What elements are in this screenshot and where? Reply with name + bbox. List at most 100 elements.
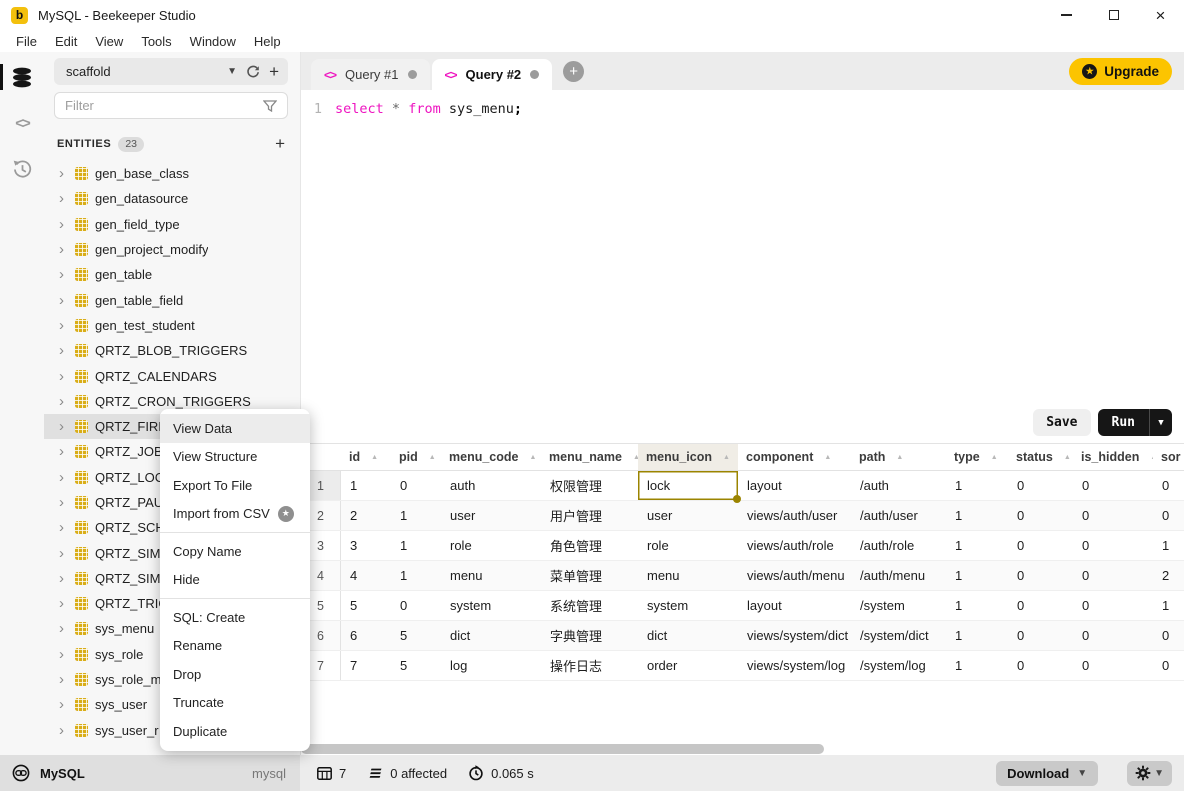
column-header-type[interactable]: type▲ <box>946 444 1008 470</box>
chevron-right-icon[interactable]: › <box>59 318 68 333</box>
table-cell[interactable]: 1 <box>946 561 1008 590</box>
save-button[interactable]: Save <box>1033 409 1090 436</box>
sidebar-entity[interactable]: ›gen_field_type <box>44 212 300 237</box>
table-cell[interactable]: 1 <box>946 651 1008 680</box>
table-cell[interactable]: 0 <box>1073 621 1153 650</box>
sort-icon[interactable]: ▲ <box>529 454 536 461</box>
table-cell[interactable]: /system/dict <box>851 621 946 650</box>
chevron-right-icon[interactable]: › <box>59 293 68 308</box>
table-cell[interactable]: 0 <box>1153 621 1184 650</box>
table-cell[interactable]: 1 <box>1153 591 1184 620</box>
sidebar-entity[interactable]: ›gen_table <box>44 262 300 287</box>
table-cell[interactable]: 1 <box>946 591 1008 620</box>
table-cell[interactable]: 2 <box>341 501 391 530</box>
context-menu-item[interactable]: View Structure <box>160 443 310 472</box>
table-cell[interactable]: 1 <box>341 471 391 500</box>
table-cell[interactable]: menu <box>441 561 541 590</box>
chevron-right-icon[interactable]: › <box>59 444 68 459</box>
table-cell[interactable]: 0 <box>1073 471 1153 500</box>
table-cell[interactable]: 0 <box>1008 471 1073 500</box>
table-cell[interactable]: 菜单管理 <box>541 561 638 590</box>
chevron-right-icon[interactable]: › <box>59 596 68 611</box>
column-header-component[interactable]: component▲ <box>738 444 851 470</box>
table-cell[interactable]: views/auth/menu <box>738 561 851 590</box>
table-cell[interactable]: 用户管理 <box>541 501 638 530</box>
sort-icon[interactable]: ▲ <box>824 454 831 461</box>
table-cell[interactable]: 3 <box>341 531 391 560</box>
table-cell[interactable]: 0 <box>1008 531 1073 560</box>
chevron-right-icon[interactable]: › <box>59 723 68 738</box>
table-cell[interactable]: 角色管理 <box>541 531 638 560</box>
table-cell[interactable]: 5 <box>391 651 441 680</box>
sidebar-tab-queries[interactable]: <> <box>0 106 44 140</box>
table-cell[interactable]: /auth <box>851 471 946 500</box>
table-cell[interactable]: 5 <box>391 621 441 650</box>
table-cell[interactable]: 0 <box>1073 501 1153 530</box>
table-cell[interactable]: views/system/log <box>738 651 851 680</box>
column-header-path[interactable]: path▲ <box>851 444 946 470</box>
table-cell[interactable]: 0 <box>1073 591 1153 620</box>
table-cell[interactable]: log <box>441 651 541 680</box>
table-cell[interactable]: 系统管理 <box>541 591 638 620</box>
context-menu-item[interactable]: Import from CSV★ <box>160 500 310 529</box>
table-cell[interactable]: 1 <box>946 531 1008 560</box>
scrollbar-thumb[interactable] <box>301 744 824 754</box>
results-settings-button[interactable]: ▼ <box>1127 761 1172 786</box>
table-cell[interactable]: 1 <box>946 501 1008 530</box>
context-menu-item[interactable]: View Data <box>160 414 310 443</box>
query-tab[interactable]: <>Query #2 <box>432 59 553 90</box>
horizontal-scrollbar[interactable] <box>301 744 1184 755</box>
context-menu-item[interactable]: Duplicate <box>160 717 310 746</box>
sql-editor[interactable]: 1 select * from sys_menu; Save Run ▼ <box>301 90 1184 443</box>
chevron-right-icon[interactable]: › <box>59 419 68 434</box>
chevron-right-icon[interactable]: › <box>59 672 68 687</box>
table-cell[interactable]: system <box>441 591 541 620</box>
menu-file[interactable]: File <box>7 34 46 49</box>
table-cell[interactable]: 6 <box>341 621 391 650</box>
table-cell[interactable]: views/system/dict <box>738 621 851 650</box>
sidebar-tab-history[interactable] <box>0 152 44 186</box>
table-cell[interactable]: 0 <box>1008 651 1073 680</box>
table-cell[interactable]: /system/log <box>851 651 946 680</box>
minimize-button[interactable] <box>1043 0 1090 30</box>
table-cell[interactable]: /auth/user <box>851 501 946 530</box>
chevron-right-icon[interactable]: › <box>59 546 68 561</box>
context-menu-item[interactable]: SQL: Create <box>160 603 310 632</box>
run-options-caret-icon[interactable]: ▼ <box>1150 418 1172 428</box>
chevron-right-icon[interactable]: › <box>59 166 68 181</box>
table-cell[interactable]: 0 <box>1008 621 1073 650</box>
statusbar-connection[interactable]: MySQL mysql <box>0 755 300 791</box>
run-label[interactable]: Run <box>1098 415 1149 430</box>
sidebar-entity[interactable]: ›gen_test_student <box>44 313 300 338</box>
context-menu-item[interactable]: Truncate <box>160 689 310 718</box>
table-cell[interactable]: 0 <box>391 591 441 620</box>
table-cell[interactable]: views/auth/user <box>738 501 851 530</box>
menu-tools[interactable]: Tools <box>132 34 180 49</box>
sidebar-entity[interactable]: ›gen_base_class <box>44 161 300 186</box>
table-cell[interactable]: 字典管理 <box>541 621 638 650</box>
table-cell[interactable]: /auth/role <box>851 531 946 560</box>
chevron-right-icon[interactable]: › <box>59 267 68 282</box>
context-menu-item[interactable]: Export To File <box>160 471 310 500</box>
table-cell[interactable]: 0 <box>1008 501 1073 530</box>
table-cell[interactable]: dict <box>441 621 541 650</box>
table-cell[interactable]: 权限管理 <box>541 471 638 500</box>
table-cell[interactable]: 1 <box>391 531 441 560</box>
chevron-right-icon[interactable]: › <box>59 495 68 510</box>
table-cell[interactable]: layout <box>738 471 851 500</box>
filter-input[interactable] <box>65 98 263 113</box>
sort-icon[interactable]: ▲ <box>1064 454 1071 461</box>
sidebar-entity[interactable]: ›gen_project_modify <box>44 237 300 262</box>
sidebar-entity[interactable]: ›QRTZ_CALENDARS <box>44 363 300 388</box>
table-cell[interactable]: 0 <box>1153 501 1184 530</box>
menu-window[interactable]: Window <box>181 34 245 49</box>
run-button[interactable]: Run ▼ <box>1098 409 1172 436</box>
table-cell[interactable]: /auth/menu <box>851 561 946 590</box>
tab-unsaved-dot[interactable] <box>408 70 417 79</box>
column-header-menu_icon[interactable]: menu_icon▲ <box>638 444 738 470</box>
chevron-right-icon[interactable]: › <box>59 191 68 206</box>
column-header-menu_code[interactable]: menu_code▲ <box>441 444 541 470</box>
column-header-status[interactable]: status▲ <box>1008 444 1073 470</box>
table-cell[interactable]: dict <box>638 621 738 650</box>
table-cell[interactable]: 1 <box>391 561 441 590</box>
